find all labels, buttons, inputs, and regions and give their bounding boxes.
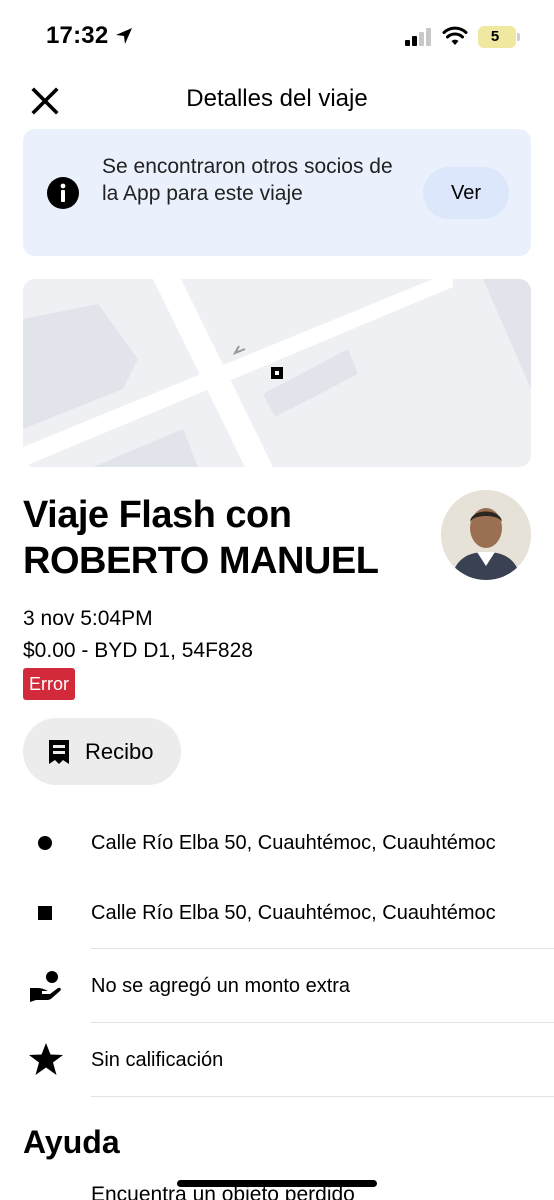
view-button[interactable]: Ver <box>423 167 509 219</box>
receipt-label: Recibo <box>85 739 154 764</box>
tip-row[interactable]: No se agregó un monto extra <box>0 964 554 1008</box>
trip-date: 3 nov 5:04PM <box>23 607 153 630</box>
trip-fare: $0.00 - BYD D1, 54F828 <box>23 639 253 662</box>
cellular-signal-icon <box>405 28 431 46</box>
other-partners-banner: Se encontraron otros socios de la App pa… <box>23 129 531 256</box>
divider <box>91 1096 554 1097</box>
pickup-dot-icon <box>38 836 52 850</box>
receipt-button[interactable]: Recibo <box>23 718 181 785</box>
receipt-icon <box>49 740 69 764</box>
rating-row[interactable]: Sin calificación <box>0 1040 554 1080</box>
banner-message: Se encontraron otros socios de la App pa… <box>102 155 393 205</box>
battery-cap <box>517 33 520 41</box>
home-indicator <box>177 1180 377 1187</box>
help-section-title: Ayuda <box>23 1124 120 1160</box>
info-icon <box>47 177 79 209</box>
battery-indicator: 5 <box>478 26 520 48</box>
trip-map[interactable] <box>23 279 531 467</box>
location-arrow-icon <box>116 28 132 44</box>
wifi-icon <box>442 26 468 45</box>
divider <box>91 1022 554 1023</box>
pickup-row: Calle Río Elba 50, Cuauhtémoc, Cuauhtémo… <box>0 828 554 858</box>
rating-text: Sin calificación <box>91 1049 224 1071</box>
status-time: 17:32 <box>46 22 109 49</box>
star-icon <box>29 1043 63 1075</box>
dropoff-square-icon <box>38 906 52 920</box>
status-badge: Error <box>23 668 75 700</box>
page-title: Detalles del viaje <box>186 85 368 112</box>
driver-avatar <box>441 490 531 580</box>
dropoff-row: Calle Río Elba 50, Cuauhtémoc, Cuauhtémo… <box>0 898 554 928</box>
map-graphic <box>23 279 531 467</box>
dropoff-address: Calle Río Elba 50, Cuauhtémoc, Cuauhtémo… <box>91 902 496 924</box>
hand-coin-icon <box>30 971 61 1002</box>
pickup-address: Calle Río Elba 50, Cuauhtémoc, Cuauhtémo… <box>91 832 496 854</box>
tip-text: No se agregó un monto extra <box>91 975 351 997</box>
trip-title: Viaje Flash con ROBERTO MANUEL <box>23 494 379 582</box>
battery-level: 5 <box>490 28 500 45</box>
divider <box>91 948 554 949</box>
status-bar: 17:32 5 <box>0 0 554 70</box>
